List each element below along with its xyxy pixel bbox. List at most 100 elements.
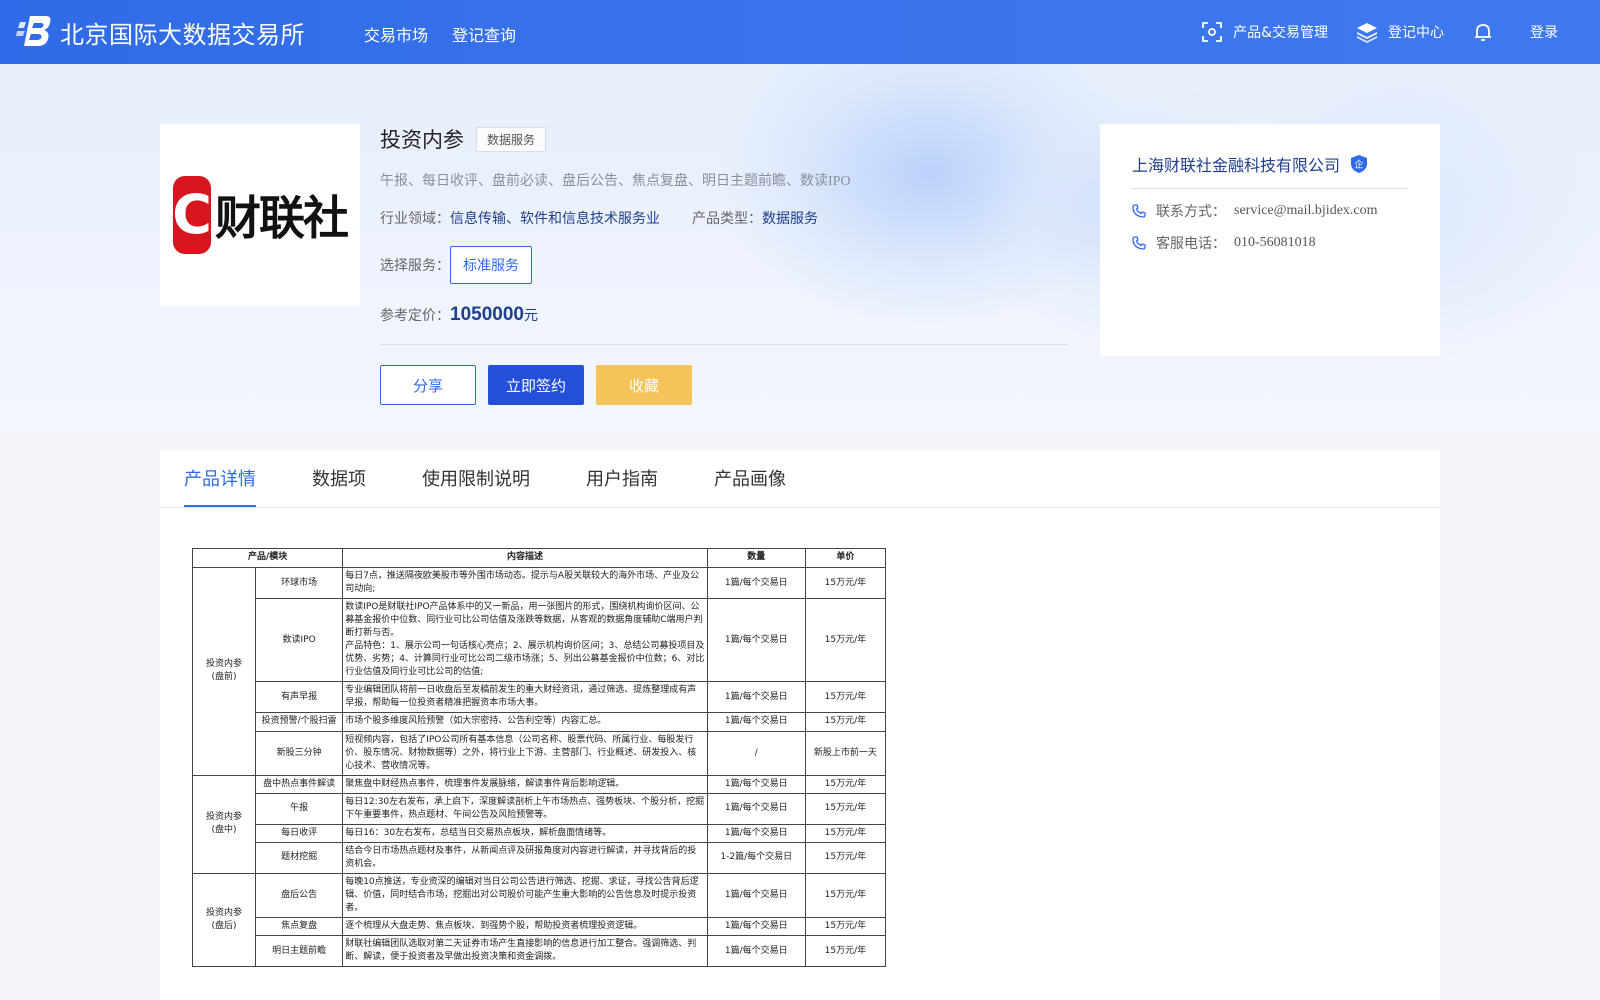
table-row: 焦点复盘 逐个梳理从大盘走势、焦点板块、到强势个股，帮助投资者梳理投资逻辑。 1篇/… [193, 917, 887, 937]
module-cell: 午报 [255, 792, 344, 825]
main-nav: 交易市场 登记查询 [364, 22, 516, 46]
module-cell: 明日主题前瞻 [255, 935, 344, 968]
layers-icon [1357, 23, 1377, 43]
product-title: 投资内参 [380, 128, 464, 152]
tab-user-guide[interactable]: 用户指南 [586, 465, 658, 507]
phone-icon [1132, 204, 1146, 218]
price-row: 参考定价： 1050000 元 [380, 304, 1070, 326]
brand-title[interactable]: 北京国际大数据交易所 [60, 15, 305, 50]
header-unit-price: 单价 [804, 548, 887, 568]
nav-trading-market[interactable]: 交易市场 [364, 22, 428, 46]
module-cell: 盘中热点事件解读 [255, 774, 344, 794]
description-cell: 市场个股多维度风险预警（如大宗密持、公告利空等）内容汇总。 [342, 712, 708, 732]
service-selector: 选择服务： 标准服务 [380, 246, 1070, 284]
phone-number: 010-56081018 [1234, 235, 1316, 250]
header-description: 内容描述 [342, 548, 708, 568]
module-cell: 每日收评 [255, 823, 344, 843]
detail-tabs: 产品详情 数据项 使用限制说明 用户指南 产品画像 [160, 450, 1440, 508]
table-row: 投资内参 (盘后) 盘后公告 每晚10点推送，专业资深的编辑对当日公司公告进行筛选、… [191, 872, 887, 968]
table-row: 投资内参 (盘中) 盘中热点事件解读 聚焦盘中财经热点事件，梳理事件发展脉络，解读事… [191, 774, 887, 874]
product-management-label: 产品&交易管理 [1233, 25, 1328, 41]
quantity-cell: 1篇/每个交易日 [706, 681, 806, 714]
quantity-cell: 1-2篇/每个交易日 [706, 841, 806, 874]
group-name-cell: 投资内参 (盘后) [191, 872, 257, 968]
quantity-cell: 1篇/每个交易日 [706, 823, 806, 843]
tab-product-details[interactable]: 产品详情 [184, 465, 256, 507]
quantity-cell: 1篇/每个交易日 [706, 917, 806, 937]
standard-service-option[interactable]: 标准服务 [450, 246, 532, 284]
cailianshe-logo-text: 财联社 [215, 191, 349, 245]
tab-product-profile[interactable]: 产品画像 [714, 465, 786, 507]
right-nav: 产品&交易管理 登记中心 登录 [1173, 0, 1558, 64]
header-quantity: 数量 [706, 548, 806, 568]
price-cell: 15万元/年 [804, 712, 887, 732]
register-center-link[interactable]: 登记中心 [1356, 21, 1444, 43]
quantity-cell: 1篇/每个交易日 [706, 566, 806, 600]
table-row: 投资内参 (盘前) 环球市场 每日7点，推送隔夜欧美股市等外围市场动态。提示与A股关… [191, 566, 887, 776]
divider [380, 344, 1068, 345]
company-name[interactable]: 上海财联社金融科技有限公司 [1132, 152, 1340, 176]
tab-data-items[interactable]: 数据项 [312, 465, 366, 507]
bell-icon [1475, 24, 1491, 41]
cailianshe-logo-mark: C [172, 176, 212, 254]
contact-label: 联系方式： [1156, 204, 1226, 220]
login-label: 登录 [1530, 25, 1558, 41]
enterprise-verified-icon: 企 [1351, 155, 1368, 173]
service-label: 选择服务： [380, 258, 450, 274]
contact-email[interactable]: service@mail.bjidex.com [1234, 203, 1378, 219]
share-button[interactable]: 分享 [380, 365, 476, 405]
price-cell: 15万元/年 [804, 681, 887, 714]
module-cell: 有声早报 [255, 681, 344, 714]
module-cell: 数读IPO [255, 598, 344, 683]
quantity-cell: 1篇/每个交易日 [706, 872, 806, 919]
phone-icon [1132, 236, 1146, 250]
company-card: 上海财联社金融科技有限公司 企 联系方式： service@mail.bjide… [1100, 124, 1440, 356]
quantity-cell: 1篇/每个交易日 [706, 712, 806, 732]
price-label: 参考定价： [380, 308, 450, 324]
table-row: 投资预警/个股扫雷 市场个股多维度风险预警（如大宗密持、公告利空等）内容汇总。 1篇… [193, 712, 887, 732]
description-cell: 每日16：30左右发布，总结当日交易热点板块，解析盘面情绪等。 [342, 823, 708, 843]
description-cell: 短视频内容，包括了IPO公司所有基本信息（公司名称、股票代码、所属行业、每股发行… [342, 730, 708, 776]
notifications-button[interactable] [1472, 21, 1494, 43]
product-management-link[interactable]: 产品&交易管理 [1201, 21, 1328, 43]
description-cell: 聚焦盘中财经热点事件，梳理事件发展脉络，解读事件背后影响逻辑。 [342, 774, 708, 794]
table-body: 投资内参 (盘前) 环球市场 每日7点，推送隔夜欧美股市等外围市场动态。提示与A股关… [191, 566, 887, 968]
price-value: 1050000 [450, 304, 524, 325]
type-field: 产品类型：数据服务 [692, 208, 818, 228]
industry-field: 行业领域：信息传输、软件和信息技术服务业 [380, 208, 660, 228]
price-cell: 15万元/年 [804, 917, 887, 937]
table-row: 有声早报 专业编辑团队将前一日收盘后至发稿前发生的重大财经资讯，通过筛选、提炼整理… [193, 681, 887, 714]
contact-line: 联系方式： service@mail.bjidex.com [1132, 201, 1408, 221]
company-name-row: 上海财联社金融科技有限公司 企 [1132, 152, 1408, 189]
tab-usage-restrictions[interactable]: 使用限制说明 [422, 465, 530, 507]
description-cell: 每日12:30左右发布，承上启下，深度解读剖析上午市场热点、强势板块、个股分析，… [342, 792, 708, 825]
table-row: 数读IPO 数读IPO是财联社IPO产品体系中的又一新品，用一张图片的形式，围绕机… [193, 598, 887, 683]
module-cell: 盘后公告 [255, 872, 344, 919]
module-cell: 投资预警/个股扫雷 [255, 712, 344, 732]
quantity-cell: 1篇/每个交易日 [706, 598, 806, 683]
bjidex-logo-icon[interactable] [16, 14, 52, 48]
sign-now-button[interactable]: 立即签约 [488, 365, 584, 405]
module-cell: 新股三分钟 [255, 730, 344, 776]
login-link[interactable]: 登录 [1530, 22, 1558, 42]
module-cell: 题材挖掘 [255, 841, 344, 874]
nav-registration-query[interactable]: 登记查询 [452, 22, 516, 46]
price-cell: 15万元/年 [804, 935, 887, 968]
module-cell: 环球市场 [255, 566, 344, 600]
scan-focus-icon [1202, 22, 1222, 42]
description-cell: 专业编辑团队将前一日收盘后至发稿前发生的重大财经资讯，通过筛选、提炼整理成有声早… [342, 681, 708, 714]
price-cell: 15万元/年 [804, 823, 887, 843]
description-cell: 结合今日市场热点题材及事件，从新闻点评及研报角度对内容进行解读，并寻找背后的投资… [342, 841, 708, 874]
description-cell: 每晚10点推送，专业资深的编辑对当日公司公告进行筛选、挖掘、求证，寻找公告背后逻… [342, 872, 708, 919]
type-value: 数据服务 [762, 211, 818, 227]
top-navbar: 北京国际大数据交易所 交易市场 登记查询 产品&交易管理 登记中心 登录 [0, 0, 1600, 64]
group-name-cell: 投资内参 (盘前) [191, 567, 257, 776]
industry-value: 信息传输、软件和信息技术服务业 [450, 211, 660, 227]
table-header-row: 产品/模块 内容描述 数量 单价 [191, 548, 887, 568]
action-buttons: 分享 立即签约 收藏 [380, 365, 1070, 405]
price-cell: 15万元/年 [804, 598, 887, 683]
product-detail-table-image: 产品/模块 内容描述 数量 单价 投资内参 (盘前) 环球市场 每日7点，推送隔夜欧… [191, 548, 887, 968]
header-module: 产品/模块 [191, 548, 344, 568]
favorite-button[interactable]: 收藏 [596, 365, 692, 405]
description-cell: 逐个梳理从大盘走势、焦点板块、到强势个股，帮助投资者梳理投资逻辑。 [342, 917, 708, 937]
